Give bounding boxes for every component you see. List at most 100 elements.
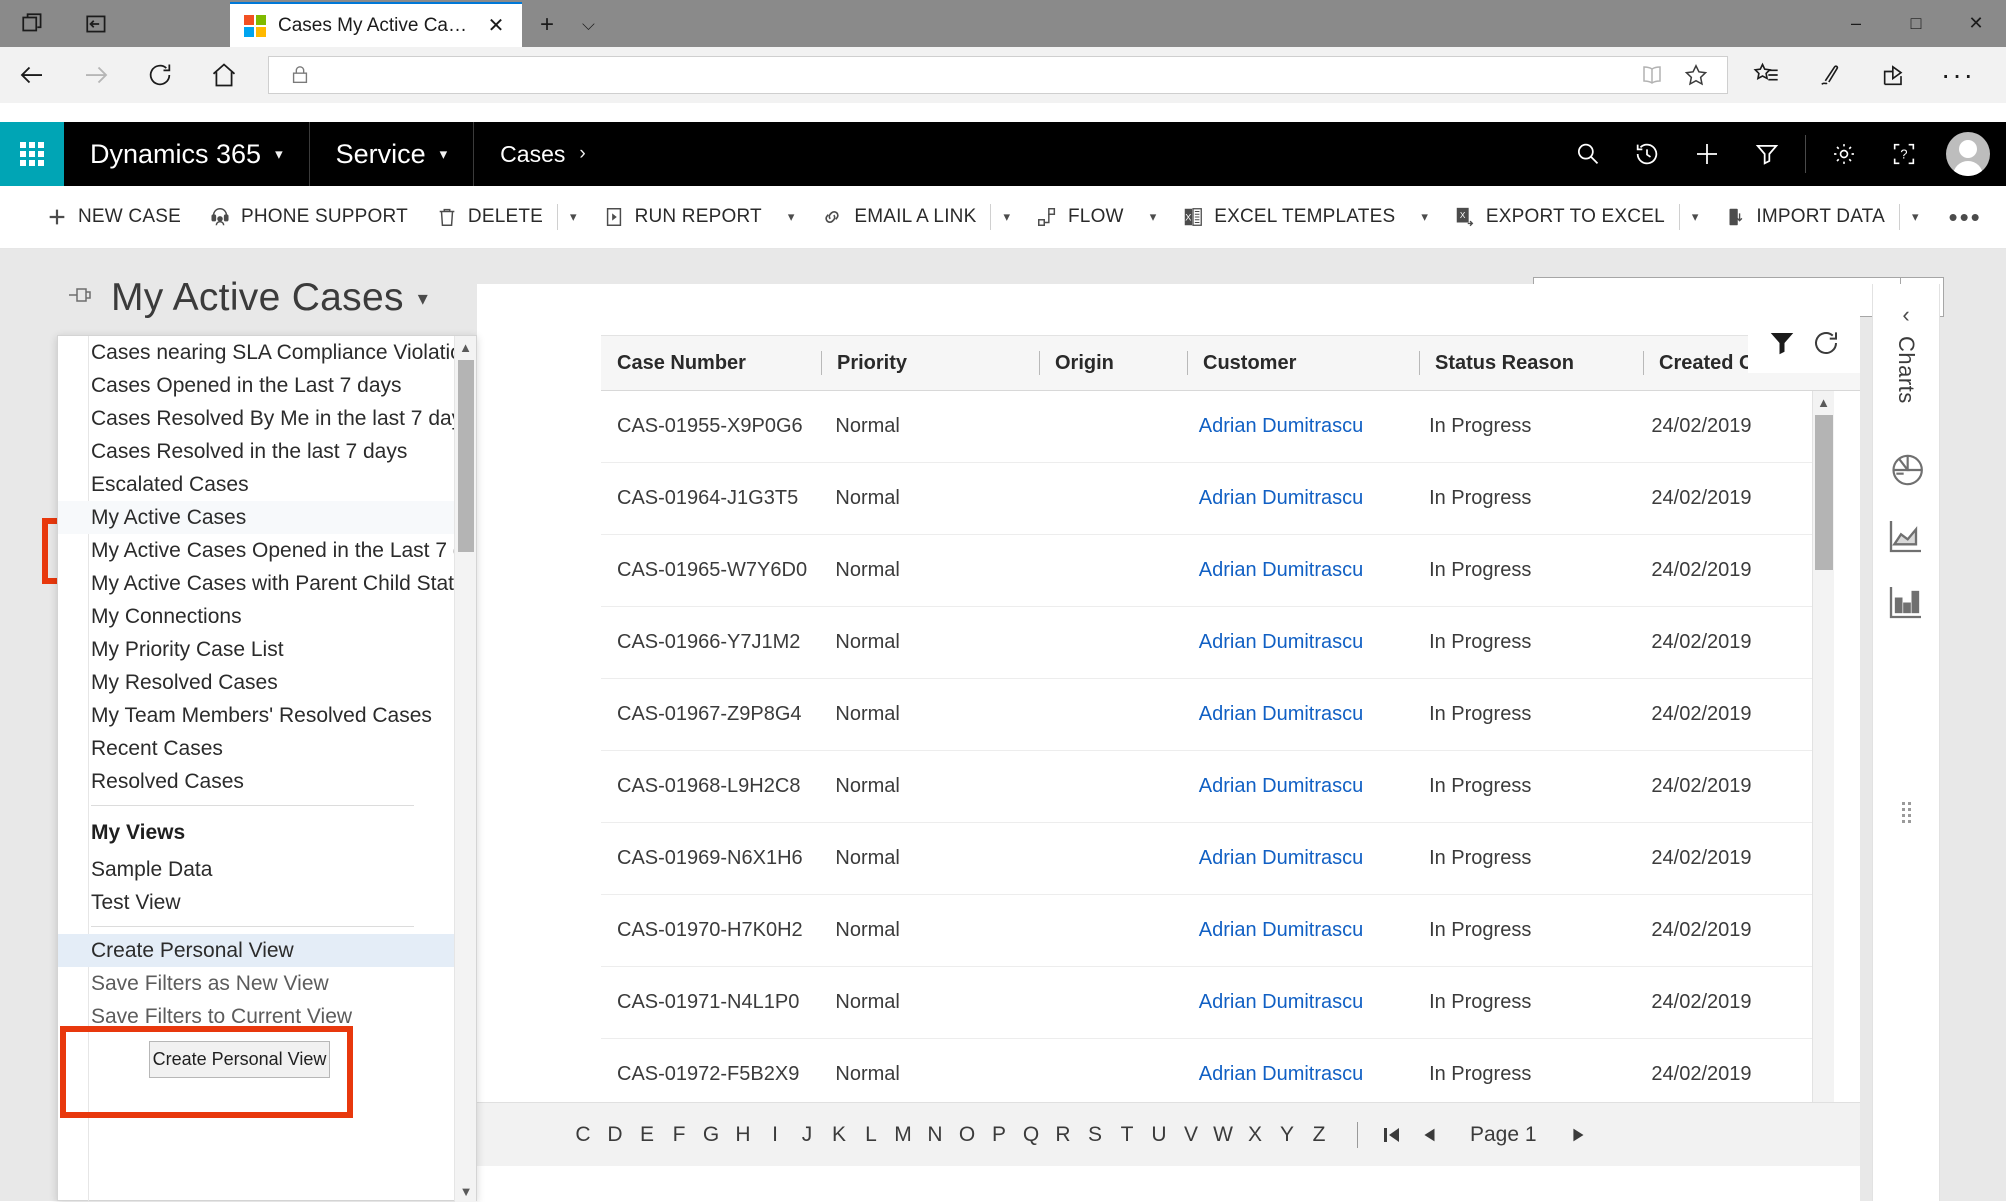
view-item-my-team-members-resolved-cases[interactable]: My Team Members' Resolved Cases — [58, 699, 456, 732]
rail-gripper[interactable] — [1901, 801, 1911, 823]
export-to-excel-caret[interactable]: ▾ — [1680, 186, 1711, 249]
table-row[interactable]: CAS-01955-X9P0G6 Normal Adrian Dumitrascu I… — [601, 391, 1834, 463]
view-item-my-active-cases-opened-in-the-last-7-days[interactable]: My Active Cases Opened in the Last 7 day… — [58, 534, 456, 567]
cell-customer[interactable]: Adrian Dumitrascu — [1183, 631, 1413, 654]
alpha-filter-o[interactable]: O — [951, 1123, 983, 1147]
view-action-save-filters-to-current-view[interactable]: Save Filters to Current View — [58, 1000, 456, 1033]
cell-customer[interactable]: Adrian Dumitrascu — [1183, 847, 1413, 870]
vertical-scroll-thumb[interactable] — [1815, 415, 1833, 570]
scroll-down-icon[interactable]: ▼ — [455, 1180, 477, 1202]
new-tab-icon[interactable]: + — [540, 11, 554, 39]
view-item-escalated-cases[interactable]: Escalated Cases — [58, 468, 456, 501]
alpha-filter-s[interactable]: S — [1079, 1123, 1111, 1147]
view-item-cases-opened-in-the-last-7-days[interactable]: Cases Opened in the Last 7 days — [58, 369, 456, 402]
favorite-star-icon[interactable] — [1679, 58, 1713, 92]
cell-customer[interactable]: Adrian Dumitrascu — [1183, 415, 1413, 438]
pie-chart-icon[interactable] — [1880, 444, 1932, 496]
delete-button[interactable]: DELETE — [422, 186, 557, 249]
alpha-filter-z[interactable]: Z — [1303, 1123, 1335, 1147]
alpha-filter-m[interactable]: M — [887, 1123, 919, 1147]
import-data-caret[interactable]: ▾ — [1900, 186, 1931, 249]
email-a-link-caret[interactable]: ▾ — [991, 186, 1022, 249]
recently-viewed-icon[interactable] — [1617, 122, 1677, 186]
alpha-filter-n[interactable]: N — [919, 1123, 951, 1147]
next-page-icon[interactable] — [1567, 1123, 1589, 1147]
view-item-my-active-cases[interactable]: My Active Cases — [58, 501, 456, 534]
alpha-filter-d[interactable]: D — [599, 1123, 631, 1147]
alpha-filter-l[interactable]: L — [855, 1123, 887, 1147]
alpha-filter-f[interactable]: F — [663, 1123, 695, 1147]
my-view-item-sample-data[interactable]: Sample Data — [58, 853, 456, 886]
close-tab-icon[interactable]: ✕ — [484, 13, 508, 38]
alpha-filter-x[interactable]: X — [1239, 1123, 1271, 1147]
run-report-caret[interactable]: ▾ — [776, 186, 807, 249]
home-icon[interactable] — [192, 53, 256, 97]
alpha-filter-k[interactable]: K — [823, 1123, 855, 1147]
alpha-filter-g[interactable]: G — [695, 1123, 727, 1147]
cell-customer[interactable]: Adrian Dumitrascu — [1183, 991, 1413, 1014]
cell-customer[interactable]: Adrian Dumitrascu — [1183, 703, 1413, 726]
bar-chart-icon[interactable] — [1880, 576, 1932, 628]
table-row[interactable]: CAS-01966-Y7J1M2 Normal Adrian Dumitrascu I… — [601, 607, 1834, 679]
import-data-button[interactable]: IMPORT DATA — [1710, 186, 1899, 249]
area-chart-icon[interactable] — [1880, 510, 1932, 562]
table-row[interactable]: CAS-01970-H7K0H2 Normal Adrian Dumitrascu I… — [601, 895, 1834, 967]
app-launcher-icon[interactable] — [0, 122, 64, 186]
app-name-menu[interactable]: Service ▾ — [310, 122, 475, 186]
close-window-button[interactable]: ✕ — [1946, 0, 2006, 47]
excel-templates-caret[interactable]: ▾ — [1409, 186, 1440, 249]
view-item-my-priority-case-list[interactable]: My Priority Case List — [58, 633, 456, 666]
tab-list-chevron-icon[interactable]: ⌵ — [582, 15, 595, 35]
set-aside-tabs-icon[interactable] — [82, 9, 112, 39]
phone-support-button[interactable]: PHONE SUPPORT — [195, 186, 422, 249]
table-row[interactable]: CAS-01967-Z9P8G4 Normal Adrian Dumitrascu I… — [601, 679, 1834, 751]
quick-create-icon[interactable] — [1677, 122, 1737, 186]
alpha-filter-y[interactable]: Y — [1271, 1123, 1303, 1147]
address-bar[interactable] — [268, 56, 1728, 94]
scroll-up-icon[interactable]: ▲ — [1813, 391, 1834, 413]
chevron-down-icon[interactable]: ▾ — [418, 286, 428, 311]
alpha-filter-r[interactable]: R — [1047, 1123, 1079, 1147]
refresh-icon[interactable] — [1811, 328, 1841, 363]
table-row[interactable]: CAS-01969-N6X1H6 Normal Adrian Dumitrascu I… — [601, 823, 1834, 895]
view-selector[interactable]: My Active Cases ▾ — [57, 270, 448, 326]
export-to-excel-button[interactable]: X EXPORT TO EXCEL — [1440, 186, 1679, 249]
view-item-my-resolved-cases[interactable]: My Resolved Cases — [58, 666, 456, 699]
product-name-menu[interactable]: Dynamics 365 ▾ — [64, 122, 310, 186]
alpha-filter-v[interactable]: V — [1175, 1123, 1207, 1147]
favorites-hub-icon[interactable] — [1734, 53, 1798, 97]
cell-customer[interactable]: Adrian Dumitrascu — [1183, 1063, 1413, 1086]
view-item-cases-resolved-by-me-in-the-last-7-days[interactable]: Cases Resolved By Me in the last 7 days — [58, 402, 456, 435]
email-a-link-button[interactable]: EMAIL A LINK — [806, 186, 990, 249]
browser-tab[interactable]: Cases My Active Cases · ✕ — [230, 2, 522, 47]
dropdown-scrollbar[interactable]: ▲ ▼ — [454, 336, 476, 1202]
avatar[interactable] — [1946, 132, 1990, 176]
search-icon[interactable] — [1557, 122, 1617, 186]
chevron-left-icon[interactable]: ‹ — [1902, 302, 1909, 328]
alpha-filter-e[interactable]: E — [631, 1123, 663, 1147]
first-page-icon[interactable] — [1380, 1123, 1404, 1147]
pin-icon[interactable] — [67, 284, 93, 312]
column-header-origin[interactable]: Origin — [1039, 335, 1187, 391]
reading-view-icon[interactable] — [1635, 58, 1669, 92]
help-icon[interactable]: ? — [1874, 122, 1934, 186]
alpha-filter-c[interactable]: C — [567, 1123, 599, 1147]
alpha-filter-j[interactable]: J — [791, 1123, 823, 1147]
delete-caret[interactable]: ▾ — [558, 186, 589, 249]
breadcrumb[interactable]: Cases › — [474, 122, 612, 186]
forward-icon[interactable] — [64, 53, 128, 97]
cell-customer[interactable]: Adrian Dumitrascu — [1183, 775, 1413, 798]
view-item-cases-nearing-sla-compliance-violation[interactable]: Cases nearing SLA Compliance Violation — [58, 336, 456, 369]
share-icon[interactable] — [1862, 53, 1926, 97]
maximize-button[interactable]: □ — [1886, 0, 1946, 47]
new-case-button[interactable]: NEW CASE — [32, 186, 195, 249]
table-row[interactable]: CAS-01971-N4L1P0 Normal Adrian Dumitrascu I… — [601, 967, 1834, 1039]
alpha-filter-h[interactable]: H — [727, 1123, 759, 1147]
view-item-cases-resolved-in-the-last-7-days[interactable]: Cases Resolved in the last 7 days — [58, 435, 456, 468]
table-row[interactable]: CAS-01964-J1G3T5 Normal Adrian Dumitrascu I… — [601, 463, 1834, 535]
table-row[interactable]: CAS-01968-L9H2C8 Normal Adrian Dumitrascu I… — [601, 751, 1834, 823]
view-item-resolved-cases[interactable]: Resolved Cases — [58, 765, 456, 798]
excel-templates-button[interactable]: X EXCEL TEMPLATES — [1168, 186, 1409, 249]
filter-icon[interactable] — [1767, 328, 1797, 363]
scroll-up-icon[interactable]: ▲ — [455, 336, 476, 358]
